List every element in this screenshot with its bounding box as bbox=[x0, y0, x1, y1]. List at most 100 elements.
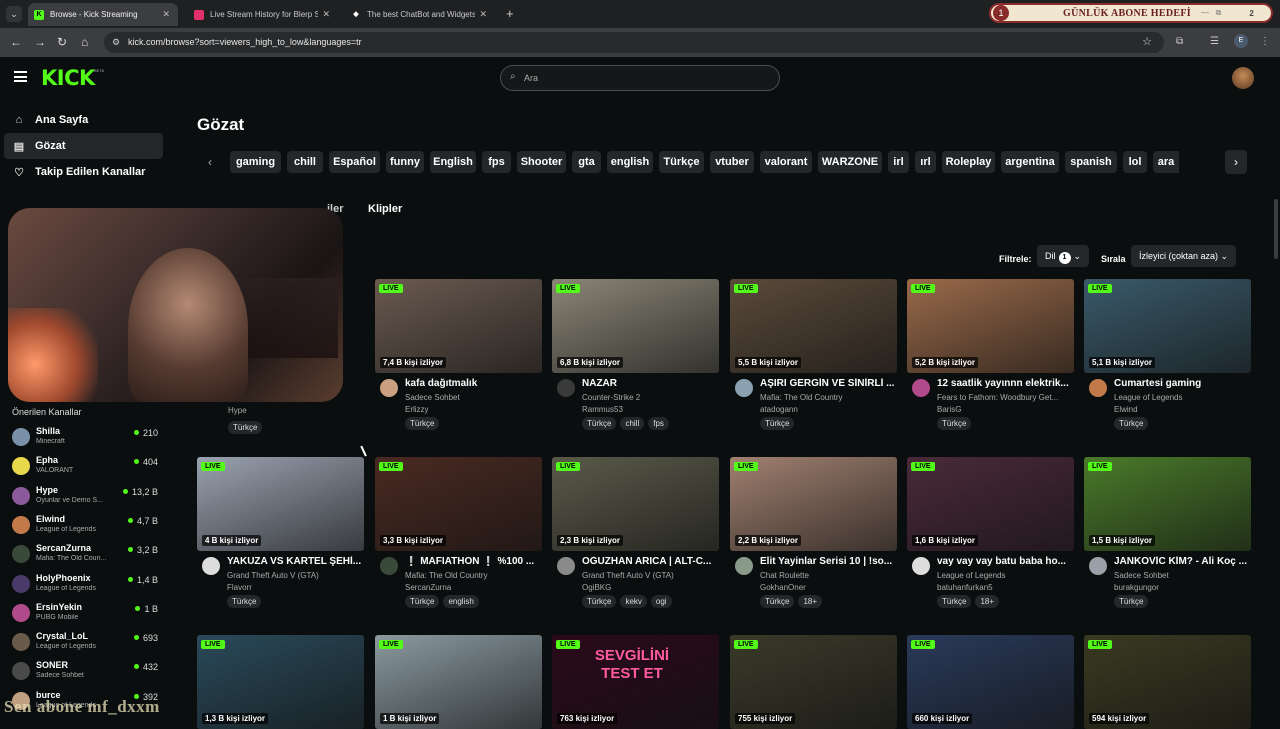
new-tab-icon[interactable]: + bbox=[506, 6, 514, 21]
stream-card[interactable]: LIVE 660 kişi izliyor bbox=[907, 635, 1074, 729]
avatar[interactable] bbox=[557, 379, 575, 397]
stream-title[interactable]: Elit Yayinlar Serisi 10 | !so... bbox=[760, 556, 896, 567]
avatar[interactable] bbox=[912, 379, 930, 397]
stream-card[interactable]: LIVE 1,6 B kişi izliyor vay vay vay batu b… bbox=[907, 457, 1074, 627]
avatar[interactable] bbox=[1089, 379, 1107, 397]
stream-category[interactable]: Chat Roulette bbox=[760, 571, 896, 580]
stream-category[interactable]: Counter-Strike 2 bbox=[582, 393, 718, 402]
stream-title[interactable]: YAKUZA VS KARTEL ŞEHİ... bbox=[227, 556, 363, 567]
tag-chip[interactable]: ara bbox=[1153, 151, 1179, 173]
stream-category[interactable]: Grand Theft Auto V (GTA) bbox=[582, 571, 718, 580]
avatar[interactable] bbox=[380, 379, 398, 397]
tag-chip[interactable]: Türkçe bbox=[659, 151, 704, 173]
tag-chip[interactable]: Türkçe bbox=[1114, 595, 1149, 608]
stream-thumbnail[interactable]: LIVE 1,5 B kişi izliyor bbox=[1084, 457, 1251, 551]
streamer-name[interactable]: Erlizzy bbox=[405, 405, 429, 414]
tag-chip[interactable]: vtuber bbox=[710, 151, 754, 173]
avatar[interactable] bbox=[1089, 557, 1107, 575]
tag-chip[interactable]: ırl bbox=[915, 151, 936, 173]
tag-chip[interactable]: valorant bbox=[760, 151, 812, 173]
tag-chip[interactable]: english bbox=[607, 151, 653, 173]
stream-card[interactable]: LIVE SEVGİLİNİ TEST ET 763 kişi izliyor bbox=[552, 635, 719, 729]
stream-title[interactable]: JANKOVİC KİM? - Ali Koç ... bbox=[1114, 556, 1250, 567]
stream-card[interactable]: LIVE 5,1 B kişi izliyor Cumartesi gaming Le… bbox=[1084, 279, 1251, 449]
stream-thumbnail[interactable]: LIVE 2,3 B kişi izliyor bbox=[552, 457, 719, 551]
reading-list-icon[interactable]: ☰ bbox=[1210, 36, 1219, 47]
stream-card[interactable]: LIVE 755 kişi izliyor bbox=[730, 635, 897, 729]
stream-title[interactable]: OĞUZHAN ARICA | ALT-C... bbox=[582, 556, 718, 567]
stream-thumbnail[interactable]: LIVE 5,1 B kişi izliyor bbox=[1084, 279, 1251, 373]
recommended-channel[interactable]: Shilla Minecraft 210 bbox=[12, 425, 162, 454]
streamer-name[interactable]: atadogann bbox=[760, 405, 798, 414]
tag-chip[interactable]: Türkçe bbox=[227, 595, 262, 608]
stream-card[interactable]: LIVE 4 B kişi izliyor YAKUZA VS KARTEL ŞEH… bbox=[197, 457, 364, 627]
stream-category[interactable]: League of Legends bbox=[1114, 393, 1250, 402]
stream-thumbnail[interactable]: LIVE 594 kişi izliyor bbox=[1084, 635, 1251, 729]
tag-chip[interactable]: kekv bbox=[620, 595, 647, 608]
avatar[interactable] bbox=[202, 557, 220, 575]
tag-chip[interactable]: Roleplay bbox=[942, 151, 995, 173]
stream-category[interactable]: League of Legends bbox=[937, 571, 1073, 580]
stream-card[interactable]: LIVE 2,3 B kişi izliyor OĞUZHAN ARICA | AL… bbox=[552, 457, 719, 627]
tag-chip[interactable]: Türkçe bbox=[582, 417, 617, 430]
tag-chip[interactable]: Türkçe bbox=[937, 595, 972, 608]
streamer-name[interactable]: GokhanOner bbox=[760, 583, 806, 592]
tag-chip[interactable]: 18+ bbox=[975, 595, 1000, 608]
stream-thumbnail[interactable]: LIVE 5,5 B kişi izliyor bbox=[730, 279, 897, 373]
stream-title[interactable]: vay vay vay batu baba ho... bbox=[937, 556, 1073, 567]
close-tab-icon[interactable]: ✕ bbox=[479, 9, 487, 20]
recommended-channel[interactable]: SercanZurna Mafia: The Old Coun... 3,2 B bbox=[12, 542, 162, 571]
sidebar-item-home[interactable]: ⌂ Ana Sayfa bbox=[4, 107, 163, 133]
stream-thumbnail[interactable]: LIVE SEVGİLİNİ TEST ET 763 kişi izliyor bbox=[552, 635, 719, 729]
stream-card[interactable]: LIVE 6,8 B kişi izliyor NAZAR Counter-Strik… bbox=[552, 279, 719, 449]
stream-card[interactable]: LIVE 5,5 B kişi izliyor AŞIRI GERGİN VE Sİ… bbox=[730, 279, 897, 449]
stream-thumbnail[interactable]: LIVE 3,3 B kişi izliyor bbox=[375, 457, 542, 551]
recommended-channel[interactable]: Hype Oyunlar ve Demo S... 13,2 B bbox=[12, 484, 162, 513]
avatar[interactable] bbox=[380, 557, 398, 575]
page-scrollbar[interactable] bbox=[1274, 199, 1278, 259]
recommended-channel[interactable]: Crystal_LoL League of Legends 693 bbox=[12, 630, 162, 659]
stream-title[interactable]: NAZAR bbox=[582, 378, 718, 389]
streamer-name[interactable]: SercanZurna bbox=[405, 583, 451, 592]
forward-icon[interactable]: → bbox=[34, 35, 46, 49]
menu-hamburger-icon[interactable] bbox=[14, 71, 27, 82]
stream-thumbnail[interactable]: LIVE 755 kişi izliyor bbox=[730, 635, 897, 729]
tag-chip[interactable]: spanish bbox=[1065, 151, 1117, 173]
stream-thumbnail[interactable]: LIVE 4 B kişi izliyor bbox=[197, 457, 364, 551]
streamer-name[interactable]: Elwind bbox=[1114, 405, 1138, 414]
tag-chip[interactable]: ogi bbox=[650, 595, 672, 608]
tab-clips[interactable]: Klipler bbox=[368, 203, 402, 215]
stream-card[interactable]: LIVE 3,3 B kişi izliyor ❕ MAFIATHON ❕ %100… bbox=[375, 457, 542, 627]
language-filter-dropdown[interactable]: Dil 1 ⌄ bbox=[1037, 245, 1090, 267]
tag-chip[interactable]: WARZONE bbox=[818, 151, 882, 173]
home-button-icon[interactable]: ⌂ bbox=[81, 35, 88, 49]
tag-chip[interactable]: Türkçe bbox=[760, 417, 795, 430]
stream-category[interactable]: Sadece Sohbet bbox=[405, 393, 541, 402]
stream-thumbnail[interactable]: LIVE 1,6 B kişi izliyor bbox=[907, 457, 1074, 551]
stream-thumbnail[interactable]: LIVE 1 B kişi izliyor bbox=[375, 635, 542, 729]
stream-thumbnail[interactable]: LIVE 1,3 B kişi izliyor bbox=[197, 635, 364, 729]
tab-chatbot[interactable]: ◆ The best ChatBot and Widgets ✕ bbox=[345, 3, 495, 26]
tag-chip[interactable]: Español bbox=[329, 151, 380, 173]
streamer-name[interactable]: Rammus53 bbox=[582, 405, 623, 414]
tag-chip[interactable]: Türkçe bbox=[937, 417, 972, 430]
kick-logo[interactable]: KICK bbox=[41, 66, 95, 90]
stream-card[interactable]: LIVE 2,2 B kişi izliyor Elit Yayinlar Seri… bbox=[730, 457, 897, 627]
tag-chip[interactable]: English bbox=[430, 151, 476, 173]
avatar[interactable] bbox=[912, 557, 930, 575]
streamer-name[interactable]: batuhanfurkan5 bbox=[937, 583, 993, 592]
stream-card[interactable]: LIVE 7,4 B kişi izliyor kafa dağıtmalık Sad… bbox=[375, 279, 542, 449]
stream-thumbnail[interactable]: LIVE 7,4 B kişi izliyor bbox=[375, 279, 542, 373]
recommended-channel[interactable]: SONER Sadece Sohbet 432 bbox=[12, 659, 162, 688]
stream-title[interactable]: ❕ MAFIATHON ❕ %100 ... bbox=[405, 556, 541, 567]
streamer-name[interactable]: OgiBKG bbox=[582, 583, 611, 592]
avatar[interactable] bbox=[735, 557, 753, 575]
tag-chip[interactable]: chill bbox=[287, 151, 323, 173]
avatar[interactable] bbox=[557, 557, 575, 575]
recommended-channel[interactable]: HolyPhoenix League of Legends 1,4 B bbox=[12, 572, 162, 601]
stream-card[interactable]: LIVE 5,2 B kişi izliyor 12 saatlik yayınnn… bbox=[907, 279, 1074, 449]
user-avatar[interactable] bbox=[1232, 67, 1254, 89]
tag-chip[interactable]: chill bbox=[620, 417, 645, 430]
close-tab-icon[interactable]: ✕ bbox=[162, 9, 170, 20]
stream-category[interactable]: Mafia: The Old Country bbox=[760, 393, 896, 402]
